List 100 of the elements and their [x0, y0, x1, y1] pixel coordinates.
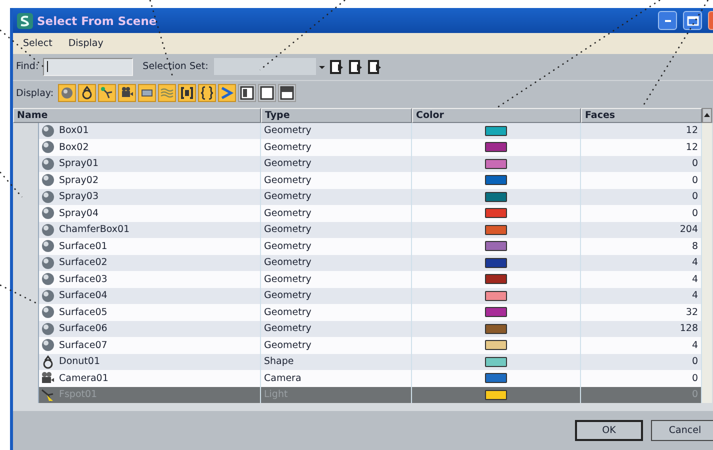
face-count: 0 [692, 356, 698, 368]
table-row[interactable]: Camera01 Camera 0 [13, 370, 702, 386]
column-header[interactable]: Faces [581, 108, 702, 122]
column-header[interactable]: Color [412, 108, 581, 122]
face-count: 0 [692, 158, 698, 170]
table-row[interactable]: Surface01 Geometry 8 [13, 238, 702, 254]
display-filter-button[interactable] [278, 84, 296, 102]
face-count: 12 [686, 125, 698, 136]
display-filter-button[interactable] [118, 84, 136, 102]
table-row[interactable]: Spray03 Geometry 0 [13, 188, 702, 205]
sphere-icon [41, 305, 55, 320]
object-name: Surface01 [59, 240, 108, 252]
face-count: 8 [692, 240, 698, 252]
display-filter-button[interactable] [78, 84, 96, 102]
window-title: Select From Scene [37, 14, 157, 28]
table-row[interactable]: Surface02 Geometry 4 [13, 254, 702, 271]
object-type: Camera [264, 372, 302, 384]
sphere-icon [41, 256, 55, 270]
table-row[interactable]: Box01 Geometry 12 [13, 122, 702, 139]
sphere-icon [41, 222, 55, 237]
find-field[interactable] [42, 58, 133, 76]
object-name: Surface04 [59, 290, 108, 302]
table-row[interactable]: Surface03 Geometry 4 [13, 271, 702, 288]
table-row[interactable]: Donut01 Shape 0 [13, 354, 702, 370]
object-type: Geometry [264, 323, 312, 334]
object-name: Surface06 [59, 323, 108, 334]
brace-icon [200, 86, 214, 100]
app-icon [17, 12, 33, 29]
face-count: 4 [692, 340, 698, 351]
object-type: Geometry [264, 240, 312, 252]
display-filter-button[interactable] [178, 84, 196, 102]
menu-item[interactable]: Display [68, 38, 104, 50]
object-name: Camera01 [59, 372, 108, 384]
object-name: Surface03 [59, 274, 108, 285]
display-filter-button[interactable] [238, 84, 256, 102]
table-row[interactable]: ChamferBox01 Geometry 204 [13, 222, 702, 238]
scrollbar[interactable] [702, 122, 712, 403]
document-arrow-icon[interactable] [348, 58, 364, 75]
table-row[interactable]: Spray02 Geometry 0 [13, 172, 702, 188]
square-icon [260, 86, 274, 100]
table-row[interactable]: Surface04 Geometry 4 [13, 288, 702, 304]
sphere-icon [41, 206, 55, 220]
table-row[interactable]: Surface07 Geometry 4 [13, 337, 702, 354]
object-name: Surface02 [59, 257, 108, 268]
object-type: Geometry [264, 208, 312, 219]
display-filter-button[interactable] [198, 84, 216, 102]
display-filter-button[interactable] [98, 84, 116, 102]
leader-line [0, 284, 36, 304]
face-count: 32 [686, 306, 698, 318]
sphere-icon [41, 288, 55, 303]
object-name: Spray01 [59, 158, 98, 170]
table-row[interactable]: Spray04 Geometry 0 [13, 205, 702, 222]
column-header[interactable]: Name [13, 108, 261, 122]
column-header[interactable]: Type [261, 108, 412, 122]
object-name: Spray04 [59, 208, 98, 219]
maximize-button[interactable] [683, 11, 702, 30]
spotlight-icon [41, 388, 55, 402]
ok-button[interactable]: OK [575, 420, 643, 441]
sphere-icon [41, 140, 55, 154]
object-name: Box02 [59, 142, 89, 153]
object-type: Geometry [264, 224, 312, 236]
camera-icon [41, 371, 55, 386]
face-count: 0 [692, 191, 698, 202]
object-name: Surface05 [59, 306, 108, 318]
table-row[interactable]: Surface06 Geometry 128 [13, 320, 702, 337]
minimize-button[interactable] [658, 11, 677, 30]
minimize-icon [664, 20, 670, 22]
face-count: 4 [692, 257, 698, 268]
face-count: 0 [692, 372, 698, 384]
scroll-up-button[interactable] [702, 108, 712, 122]
cancel-button[interactable]: Cancel [651, 420, 713, 441]
sphere-icon [41, 239, 55, 254]
face-count: 0 [692, 208, 698, 219]
maximize-icon [686, 16, 698, 26]
sphere-icon [41, 190, 55, 204]
table-row[interactable]: Surface05 Geometry 32 [13, 304, 702, 320]
object-name: Spray03 [59, 191, 98, 202]
face-count: 204 [680, 224, 698, 236]
wave-icon [160, 86, 174, 100]
object-type: Geometry [264, 158, 312, 170]
display-filter-button[interactable] [258, 84, 276, 102]
face-count: 128 [680, 323, 698, 334]
sphere-icon [41, 124, 55, 138]
sphere-icon [41, 322, 55, 336]
table-row[interactable]: Box02 Geometry 12 [13, 139, 702, 156]
object-type: Geometry [264, 174, 312, 186]
document-arrow-icon[interactable] [329, 58, 346, 75]
object-type: Geometry [264, 340, 312, 351]
document-arrow-icon[interactable] [367, 58, 384, 75]
leader-line [0, 172, 22, 198]
display-label: Display: [16, 88, 54, 99]
object-name: Donut01 [59, 356, 100, 368]
panel-icon [280, 86, 294, 100]
table-row[interactable]: Spray01 Geometry 0 [13, 156, 702, 172]
face-count: 4 [692, 290, 698, 302]
menu-item[interactable]: Select [23, 38, 52, 50]
face-count: 4 [692, 274, 698, 285]
object-name: Surface07 [59, 340, 108, 351]
ring-icon [41, 354, 55, 369]
sphere-icon [60, 86, 74, 100]
